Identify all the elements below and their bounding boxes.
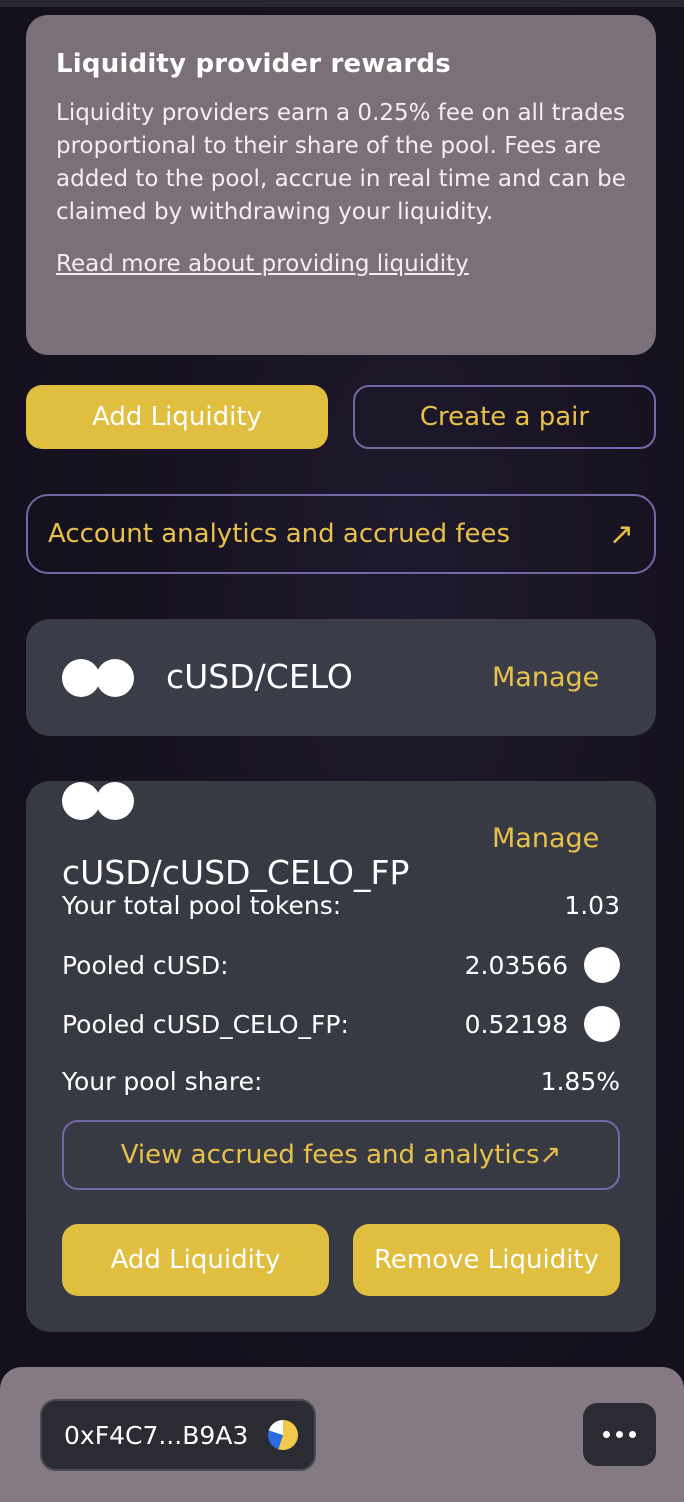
add-liquidity-button[interactable]: Add Liquidity	[62, 1224, 329, 1296]
pool-share-row: Your pool share: 1.85%	[62, 1067, 620, 1096]
wallet-address: 0xF4C7...B9A3	[64, 1420, 249, 1450]
row-value: 2.03566	[464, 950, 568, 980]
pool-name: cUSD/cUSD_CELO_FP	[62, 853, 410, 892]
cusd-celo-fp-token-icon	[96, 782, 134, 820]
total-pool-tokens-row: Your total pool tokens: 1.03	[62, 891, 620, 920]
pool-card-cusd-celo: cUSD/CELO Manage	[26, 619, 656, 736]
pool-token-icons	[62, 782, 134, 820]
cusd-token-icon	[62, 782, 100, 820]
celo-logo-icon	[268, 1420, 298, 1450]
row-value: 0.52198	[464, 1009, 568, 1039]
external-arrow-icon: ↗	[608, 516, 634, 552]
top-bar	[0, 0, 684, 7]
manage-button[interactable]: Manage	[492, 823, 599, 854]
pool-card-cusd-cusd-celo-fp: Manage cUSD/cUSD_CELO_FP Your total pool…	[26, 781, 656, 1332]
footer-bar: 0xF4C7...B9A3	[0, 1367, 684, 1502]
row-label: Pooled cUSD_CELO_FP:	[62, 1009, 349, 1039]
remove-liquidity-button[interactable]: Remove Liquidity	[353, 1224, 620, 1296]
account-analytics-link[interactable]: Account analytics and accrued fees ↗	[26, 494, 656, 574]
row-label: Pooled cUSD:	[62, 950, 229, 980]
cusd-token-icon	[62, 659, 100, 697]
pooled-cusd-celo-fp-row: Pooled cUSD_CELO_FP: 0.52198	[62, 1006, 620, 1042]
row-value: 1.85%	[540, 1067, 620, 1096]
add-liquidity-button[interactable]: Add Liquidity	[26, 385, 328, 449]
row-label: Your total pool tokens:	[62, 891, 342, 920]
manage-button[interactable]: Manage	[492, 662, 599, 693]
liquidity-rewards-info-card: Liquidity provider rewards Liquidity pro…	[26, 15, 656, 355]
read-more-link[interactable]: Read more about providing liquidity	[56, 251, 469, 277]
account-analytics-label: Account analytics and accrued fees	[48, 519, 511, 549]
pool-token-icons	[62, 659, 134, 697]
pooled-cusd-row: Pooled cUSD: 2.03566	[62, 947, 620, 983]
create-pair-button[interactable]: Create a pair	[353, 385, 656, 449]
info-title: Liquidity provider rewards	[56, 49, 451, 79]
row-label: Your pool share:	[62, 1067, 263, 1096]
row-value: 1.03	[564, 891, 620, 920]
cusd-token-icon	[584, 947, 620, 983]
pool-name: cUSD/CELO	[166, 657, 353, 696]
view-accrued-fees-button[interactable]: View accrued fees and analytics↗	[62, 1120, 620, 1190]
more-options-button[interactable]	[583, 1403, 656, 1466]
celo-token-icon	[96, 659, 134, 697]
info-body: Liquidity providers earn a 0.25% fee on …	[56, 100, 626, 225]
cusd-celo-fp-token-icon	[584, 1006, 620, 1042]
wallet-address-button[interactable]: 0xF4C7...B9A3	[40, 1399, 316, 1471]
more-dots-icon	[603, 1431, 610, 1438]
